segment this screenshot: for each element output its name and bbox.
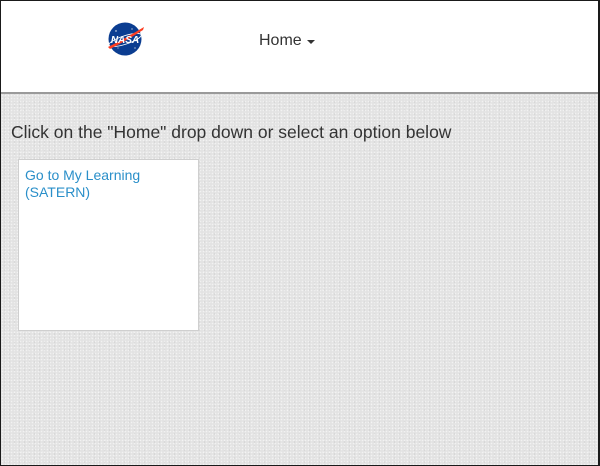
my-learning-satern-link[interactable]: Go to My Learning (SATERN) bbox=[25, 167, 192, 201]
logo-wordmark: NASA bbox=[111, 35, 139, 46]
browser-frame: NASA Home Click on the "Home" drop down … bbox=[0, 0, 600, 466]
home-dropdown-label: Home bbox=[259, 32, 302, 49]
caret-down-icon bbox=[306, 40, 315, 44]
top-navbar: NASA Home bbox=[1, 1, 598, 94]
nasa-logo[interactable]: NASA bbox=[104, 21, 146, 57]
instructions-text: Click on the "Home" drop down or select … bbox=[11, 122, 452, 142]
learning-tile[interactable]: Go to My Learning (SATERN) bbox=[18, 159, 199, 331]
main-content: Click on the "Home" drop down or select … bbox=[1, 94, 598, 465]
nasa-meatball-icon: NASA bbox=[108, 22, 144, 56]
home-dropdown[interactable]: Home bbox=[259, 32, 315, 50]
